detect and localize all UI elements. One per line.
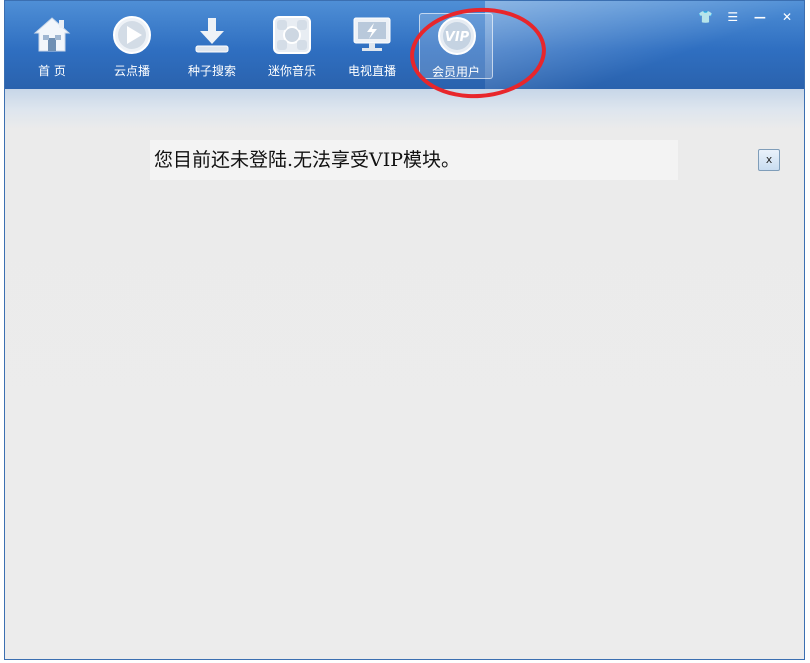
window-controls: 👕 ☰ — ✕: [695, 6, 798, 25]
nav-vip-user-label: 会员用户: [431, 65, 480, 79]
nav-torrent-search[interactable]: 种子搜索: [175, 13, 249, 79]
nav-cloud-vod[interactable]: 云点播: [95, 13, 169, 79]
app-window: 首 页 云点播 种子搜索 迷你音乐 电视直播 VIP 会员用户 👕 ☰ — ✕ …: [4, 0, 805, 660]
music-icon: [273, 16, 311, 54]
nav-tv-live[interactable]: 电视直播: [335, 13, 409, 79]
nav-vip-user[interactable]: VIP 会员用户: [419, 13, 493, 79]
play-icon: [113, 16, 151, 54]
nav-home-label: 首 页: [38, 64, 66, 78]
home-icon: [33, 17, 71, 52]
vip-icon-text: VIP: [445, 30, 470, 45]
menu-icon[interactable]: ☰: [722, 9, 744, 25]
skin-icon[interactable]: 👕: [695, 9, 717, 25]
login-notice: 您目前还未登陆.无法享受VIP模块。: [150, 140, 678, 180]
toolbar: 首 页 云点播 种子搜索 迷你音乐 电视直播 VIP 会员用户 👕 ☰ — ✕: [5, 1, 804, 89]
download-icon: [195, 18, 229, 53]
close-button[interactable]: ✕: [776, 9, 798, 25]
tv-icon: [353, 17, 391, 51]
nav-tv-live-label: 电视直播: [347, 64, 396, 78]
nav-home[interactable]: 首 页: [15, 13, 89, 79]
nav-mini-music[interactable]: 迷你音乐: [255, 13, 329, 79]
minimize-button[interactable]: —: [749, 9, 771, 25]
close-notice-button[interactable]: x: [758, 149, 780, 171]
toolbar-shadow-band: [5, 89, 804, 129]
nav-cloud-vod-label: 云点播: [113, 64, 150, 78]
nav-mini-music-label: 迷你音乐: [267, 64, 316, 78]
nav-torrent-search-label: 种子搜索: [187, 64, 236, 78]
vip-icon: VIP: [438, 17, 476, 55]
